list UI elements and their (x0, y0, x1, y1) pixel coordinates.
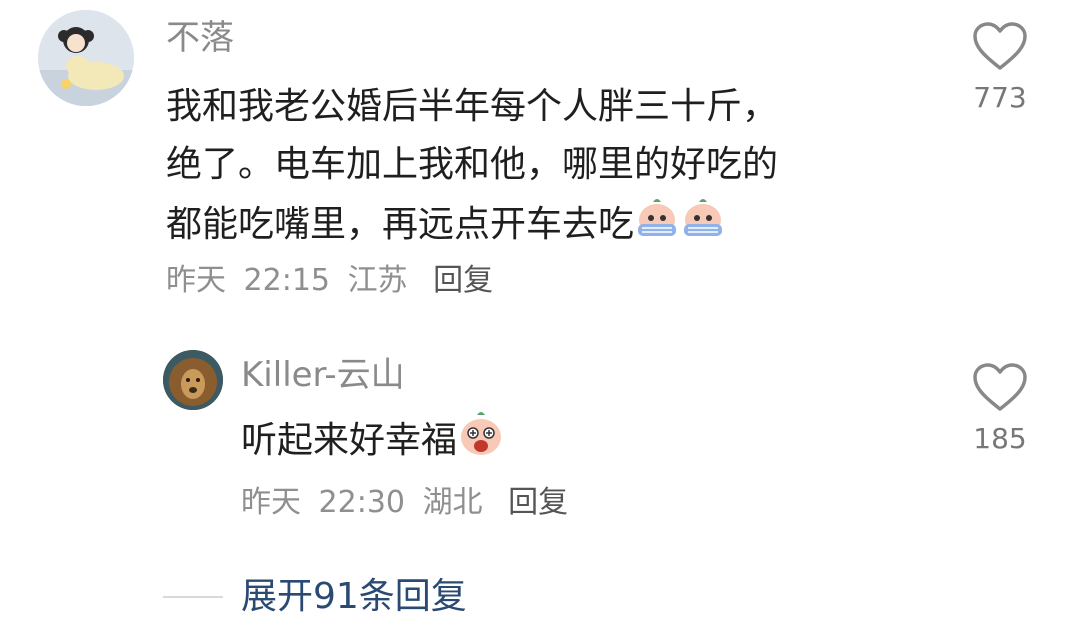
avatar[interactable] (163, 350, 223, 410)
comment-text-line: 我和我老公婚后半年每个人胖三十斤， (166, 86, 779, 127)
reply-meta: 昨天 22:30 湖北 回复 (241, 485, 576, 521)
like-button[interactable]: 773 (960, 22, 1040, 114)
heart-icon (973, 363, 1027, 411)
comment-day: 昨天 (166, 263, 226, 298)
comment-meta: 昨天 22:15 江苏 回复 (166, 263, 501, 299)
comment-time: 22:15 (243, 263, 331, 298)
reply-button[interactable]: 回复 (508, 485, 568, 520)
comment-username[interactable]: 不落 (166, 18, 234, 58)
expand-replies-button[interactable]: 展开91条回复 (241, 577, 467, 617)
comment-text-line-text: 都能吃嘴里，再远点开车去吃 (166, 204, 635, 245)
like-button[interactable]: 185 (960, 363, 1040, 455)
crying-emoji-icon (680, 194, 726, 258)
like-count: 773 (973, 81, 1027, 114)
comment-text: 我和我老公婚后半年每个人胖三十斤， 绝了。电车加上我和他，哪里的好吃的 都能吃嘴… (166, 78, 926, 258)
reply-day: 昨天 (241, 485, 301, 520)
reply-location: 湖北 (422, 485, 483, 520)
reply-button[interactable]: 回复 (433, 263, 493, 298)
like-count: 185 (973, 422, 1027, 455)
comment-location: 江苏 (347, 263, 408, 298)
crying-emoji-icon (634, 194, 680, 258)
divider (163, 596, 223, 598)
reply-username[interactable]: Killer-云山 (241, 355, 405, 395)
surprised-emoji-icon (457, 409, 505, 475)
girl-avatar-illustration (38, 10, 134, 106)
reply-time: 22:30 (318, 485, 406, 520)
reply-text-content: 听起来好幸福 (241, 420, 458, 461)
reply-text: 听起来好幸福 (241, 409, 505, 475)
lion-avatar-illustration (163, 350, 223, 410)
comment-text-line: 绝了。电车加上我和他，哪里的好吃的 (166, 144, 779, 185)
comment-text-line: 都能吃嘴里，再远点开车去吃 (166, 194, 926, 258)
heart-icon (973, 22, 1027, 70)
avatar[interactable] (38, 10, 134, 106)
